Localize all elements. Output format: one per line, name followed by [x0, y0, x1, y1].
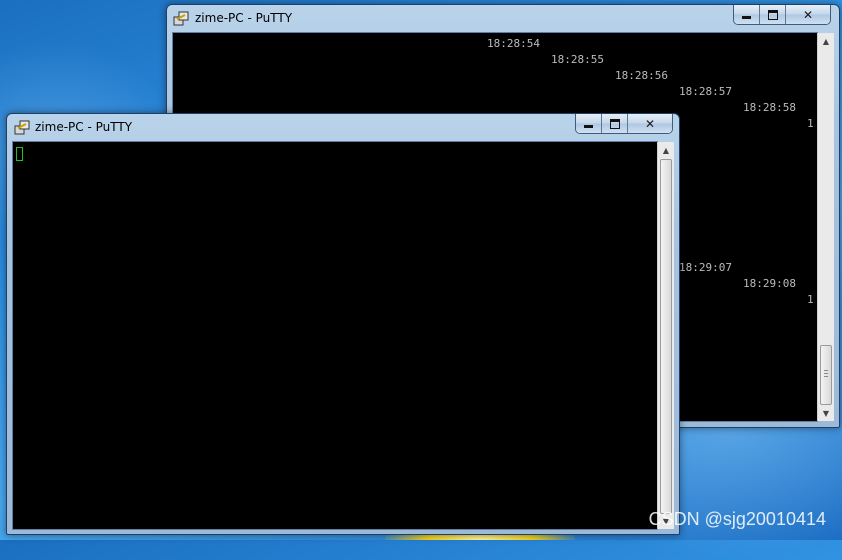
minimize-button[interactable] — [734, 5, 760, 24]
terminal-line: 18:29:07 — [679, 261, 732, 274]
terminal-area[interactable] — [12, 141, 658, 530]
terminal-line: 18:28:54 — [487, 37, 540, 50]
title-bar[interactable]: zime-PC - PuTTY ✕ — [7, 114, 679, 142]
close-icon: ✕ — [802, 7, 814, 22]
terminal-line: 18:28:56 — [615, 69, 668, 82]
maximize-icon — [767, 9, 778, 20]
putty-icon — [173, 11, 189, 26]
vertical-scrollbar[interactable]: ▲ ▼ — [817, 33, 834, 421]
minimize-icon — [584, 125, 593, 128]
putty-icon — [14, 120, 30, 135]
maximize-button[interactable] — [760, 5, 786, 24]
terminal-line: 1 — [807, 117, 814, 130]
terminal-line: 18:28:57 — [679, 85, 732, 98]
minimize-button[interactable] — [576, 114, 602, 133]
watermark-text: CSDN @sjg20010414 — [648, 509, 826, 529]
scroll-thumb[interactable] — [820, 345, 832, 405]
window-title: zime-PC - PuTTY — [195, 11, 293, 25]
maximize-icon — [609, 118, 620, 129]
close-button[interactable]: ✕ — [628, 114, 672, 133]
close-button[interactable]: ✕ — [786, 5, 830, 24]
title-bar[interactable]: zime-PC - PuTTY ✕ — [167, 5, 839, 33]
terminal-line: 18:29:08 — [743, 277, 796, 290]
terminal-line: 18:28:55 — [551, 53, 604, 66]
window-controls: ✕ — [733, 5, 831, 25]
terminal-line: 1 — [807, 293, 814, 306]
vertical-scrollbar[interactable]: ▲ ▼ — [657, 142, 674, 529]
terminal-cursor — [16, 147, 23, 161]
scroll-up-arrow-icon[interactable]: ▲ — [818, 33, 834, 49]
scroll-thumb[interactable] — [660, 159, 672, 514]
maximize-button[interactable] — [602, 114, 628, 133]
scroll-down-arrow-icon[interactable]: ▼ — [818, 405, 834, 421]
minimize-icon — [742, 16, 751, 19]
scroll-up-arrow-icon[interactable]: ▲ — [658, 142, 674, 158]
window-controls: ✕ — [575, 114, 673, 134]
putty-window-front[interactable]: zime-PC - PuTTY ✕ ▲ ▼ — [6, 113, 680, 535]
window-title: zime-PC - PuTTY — [35, 120, 133, 134]
close-icon: ✕ — [644, 116, 656, 131]
terminal-line: 18:28:58 — [743, 101, 796, 114]
